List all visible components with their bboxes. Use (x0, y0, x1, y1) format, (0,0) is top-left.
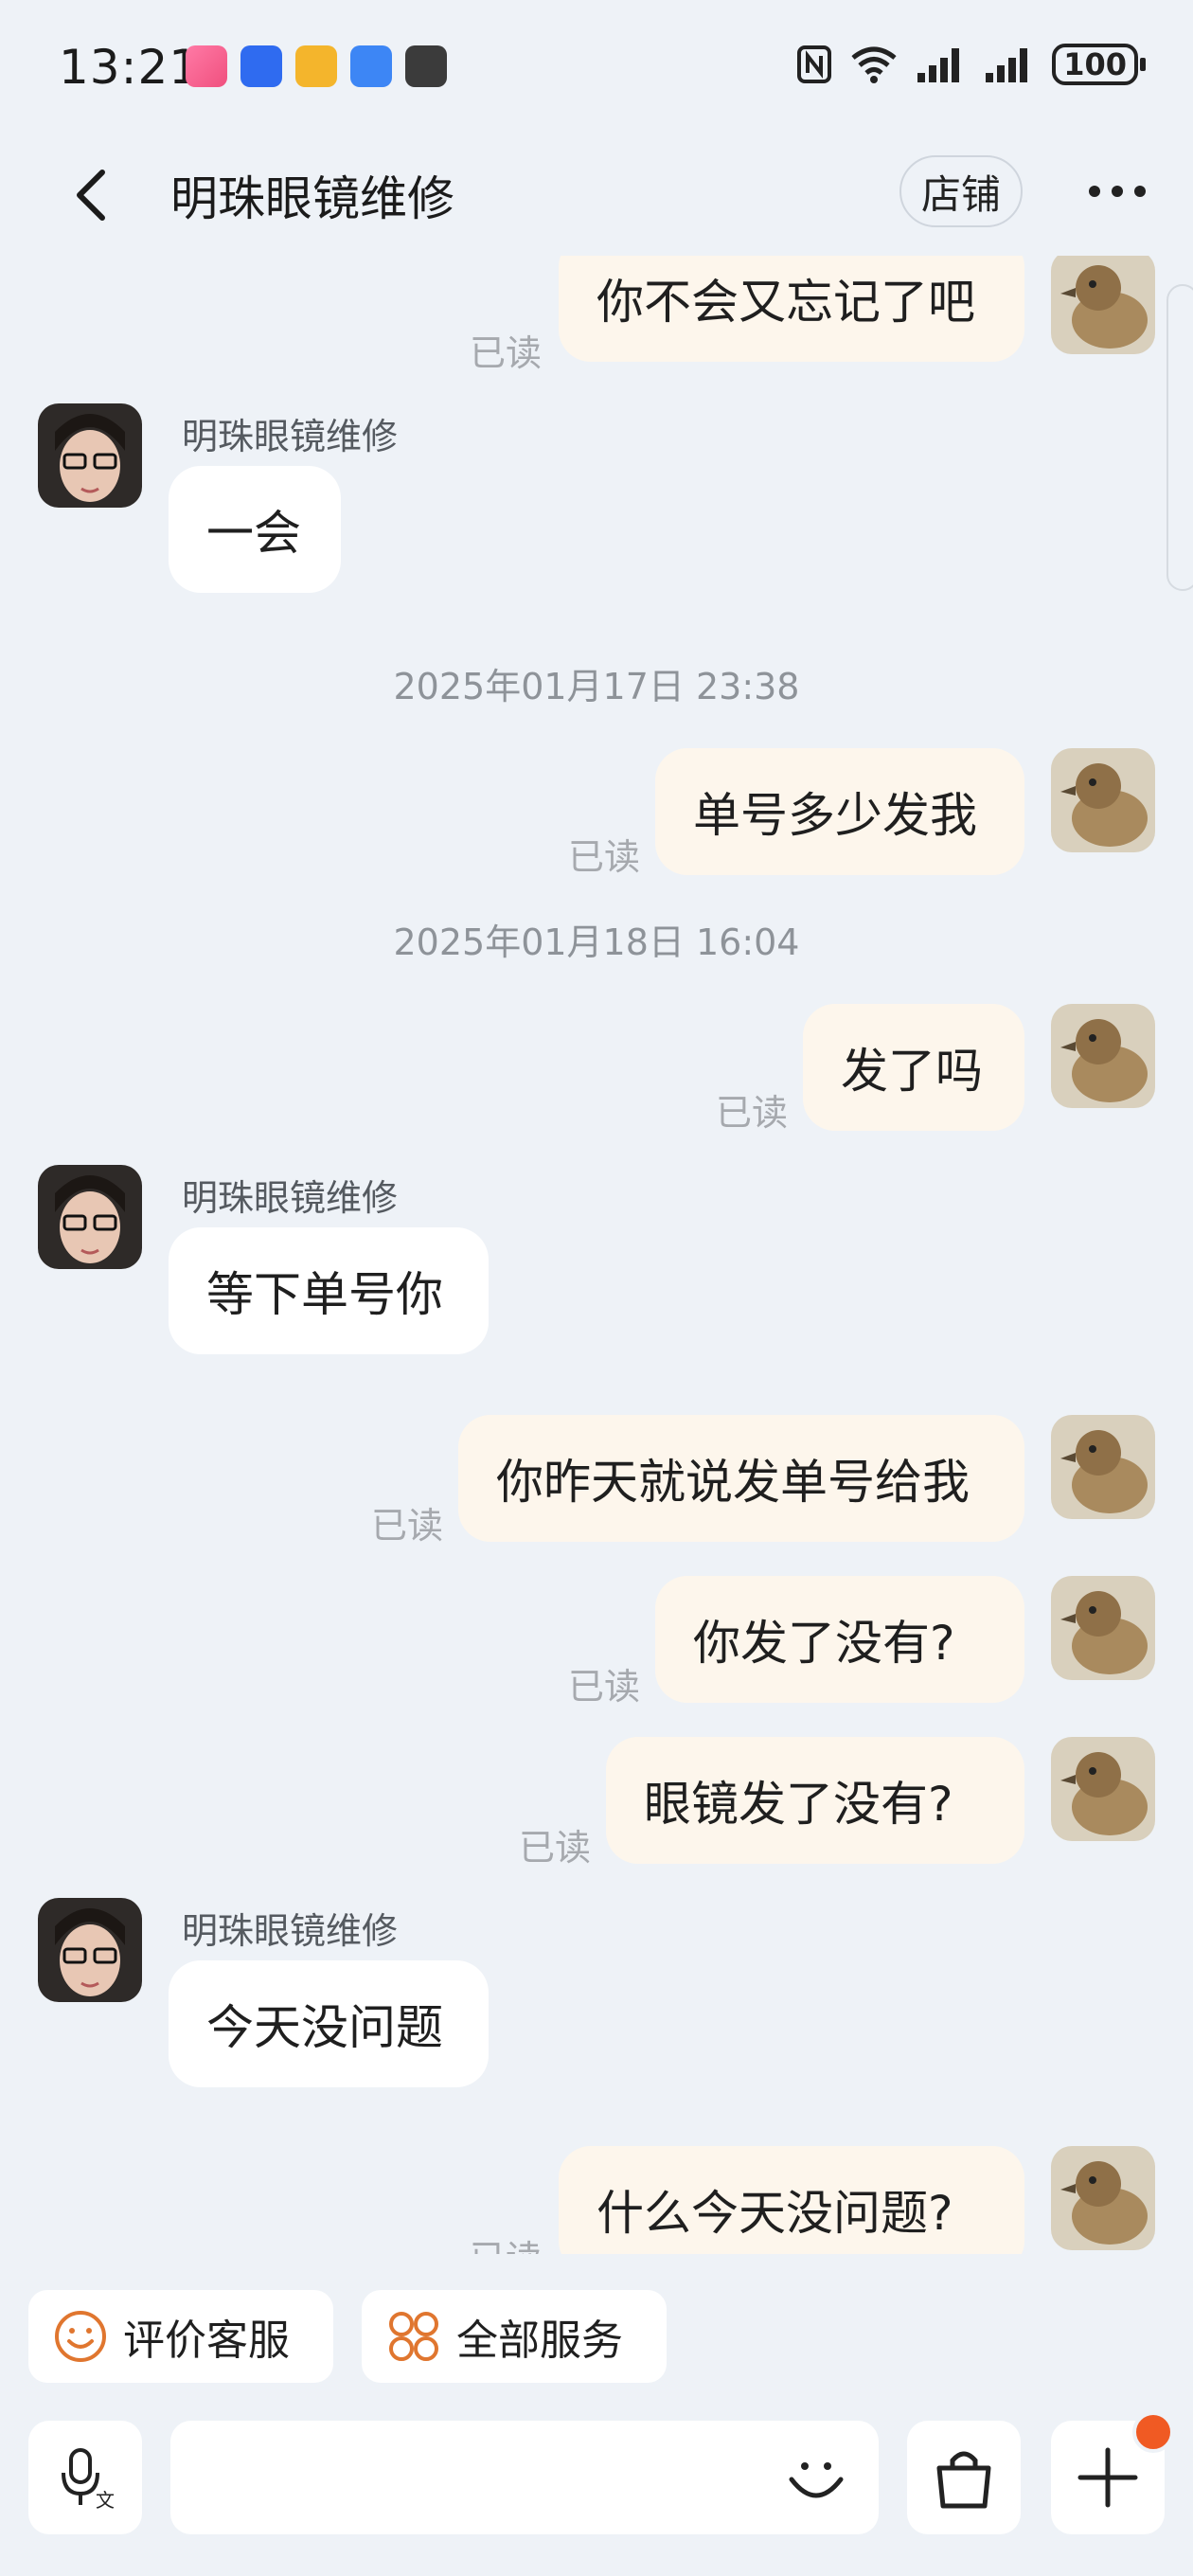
signal-icon-2 (986, 48, 1028, 82)
back-arrow-icon[interactable] (66, 167, 116, 224)
shop-avatar[interactable] (38, 403, 142, 508)
svg-text:文: 文 (96, 2489, 115, 2511)
status-right: 100 (796, 44, 1146, 85)
read-receipt: 已读 (568, 836, 641, 878)
outgoing-message[interactable]: 你不会又忘记了吧 (559, 256, 1024, 362)
outgoing-message[interactable]: 什么今天没问题? (559, 2146, 1024, 2254)
user-avatar[interactable] (1051, 1415, 1155, 1519)
signal-icon (917, 48, 960, 82)
mail-app-icon (295, 45, 337, 87)
message-input[interactable] (170, 2421, 879, 2534)
outgoing-message[interactable]: 你昨天就说发单号给我 (458, 1415, 1024, 1542)
shop-avatar[interactable] (38, 1165, 142, 1269)
page-title: 明珠眼镜维修 (170, 171, 454, 226)
all-services-button[interactable]: 全部服务 (362, 2290, 667, 2383)
outgoing-message[interactable]: 眼镜发了没有? (606, 1737, 1024, 1864)
emoji-icon[interactable] (782, 2443, 850, 2512)
timestamp: 2025年01月17日 23:38 (393, 666, 800, 707)
read-receipt: 已读 (519, 1827, 592, 1869)
outgoing-message[interactable]: 单号多少发我 (655, 748, 1024, 875)
chat-area[interactable]: 已读 你不会又忘记了吧 明珠眼镜维修 一会 2025年01月17日 23:38 … (0, 256, 1193, 2254)
game-app-icon (405, 45, 447, 87)
sender-name: 明珠眼镜维修 (182, 1177, 399, 1219)
smile-icon (55, 2311, 106, 2362)
read-receipt: 已读 (470, 332, 543, 374)
timestamp: 2025年01月18日 16:04 (393, 921, 800, 963)
rate-service-button[interactable]: 评价客服 (28, 2290, 333, 2383)
read-receipt: 已读 (470, 2229, 542, 2254)
notification-icons (186, 45, 447, 87)
voice-input-icon: 文 (62, 2448, 115, 2511)
incoming-message[interactable]: 一会 (169, 466, 341, 593)
shopping-bag-icon (936, 2451, 991, 2509)
shopping-bag-button[interactable] (907, 2421, 1021, 2534)
rate-service-label: 评价客服 (123, 2317, 290, 2365)
notification-badge (1132, 2411, 1174, 2453)
status-bar: 13:21 100 (0, 0, 1193, 133)
user-avatar[interactable] (1051, 256, 1155, 354)
grid-icon (389, 2312, 438, 2361)
incoming-message[interactable]: 今天没问题 (169, 1960, 489, 2087)
sender-name: 明珠眼镜维修 (182, 1910, 399, 1952)
sender-name: 明珠眼镜维修 (182, 416, 399, 457)
user-avatar[interactable] (1051, 748, 1155, 852)
voice-input-button[interactable]: 文 (28, 2421, 142, 2534)
more-options-icon[interactable] (1089, 186, 1155, 205)
bilibili-app-icon (186, 45, 227, 87)
read-receipt: 已读 (716, 1092, 789, 1134)
message-app-icon (350, 45, 392, 87)
more-functions-button[interactable] (1051, 2411, 1174, 2534)
chat-header: 明珠眼镜维修 店铺 (0, 142, 1193, 246)
outgoing-message[interactable]: 你发了没有? (655, 1576, 1024, 1703)
status-time: 13:21 (59, 40, 201, 95)
shop-avatar[interactable] (38, 1898, 142, 2002)
user-avatar[interactable] (1051, 2146, 1155, 2250)
user-avatar[interactable] (1051, 1576, 1155, 1680)
nfc-icon (797, 45, 832, 83)
incoming-message[interactable]: 等下单号你 (169, 1227, 489, 1354)
side-drawer-handle[interactable] (1166, 284, 1193, 591)
outgoing-message[interactable]: 发了吗 (803, 1004, 1024, 1131)
plus-icon (1077, 2447, 1138, 2508)
input-bar: 文 (0, 2406, 1193, 2576)
wifi-icon (851, 46, 897, 83)
voice-app-icon (240, 45, 282, 87)
user-avatar[interactable] (1051, 1737, 1155, 1841)
all-services-label: 全部服务 (456, 2317, 623, 2365)
read-receipt: 已读 (568, 1666, 641, 1708)
battery-indicator: 100 (1052, 44, 1146, 85)
shop-button[interactable]: 店铺 (899, 155, 1023, 227)
read-receipt: 已读 (371, 1505, 444, 1547)
user-avatar[interactable] (1051, 1004, 1155, 1108)
